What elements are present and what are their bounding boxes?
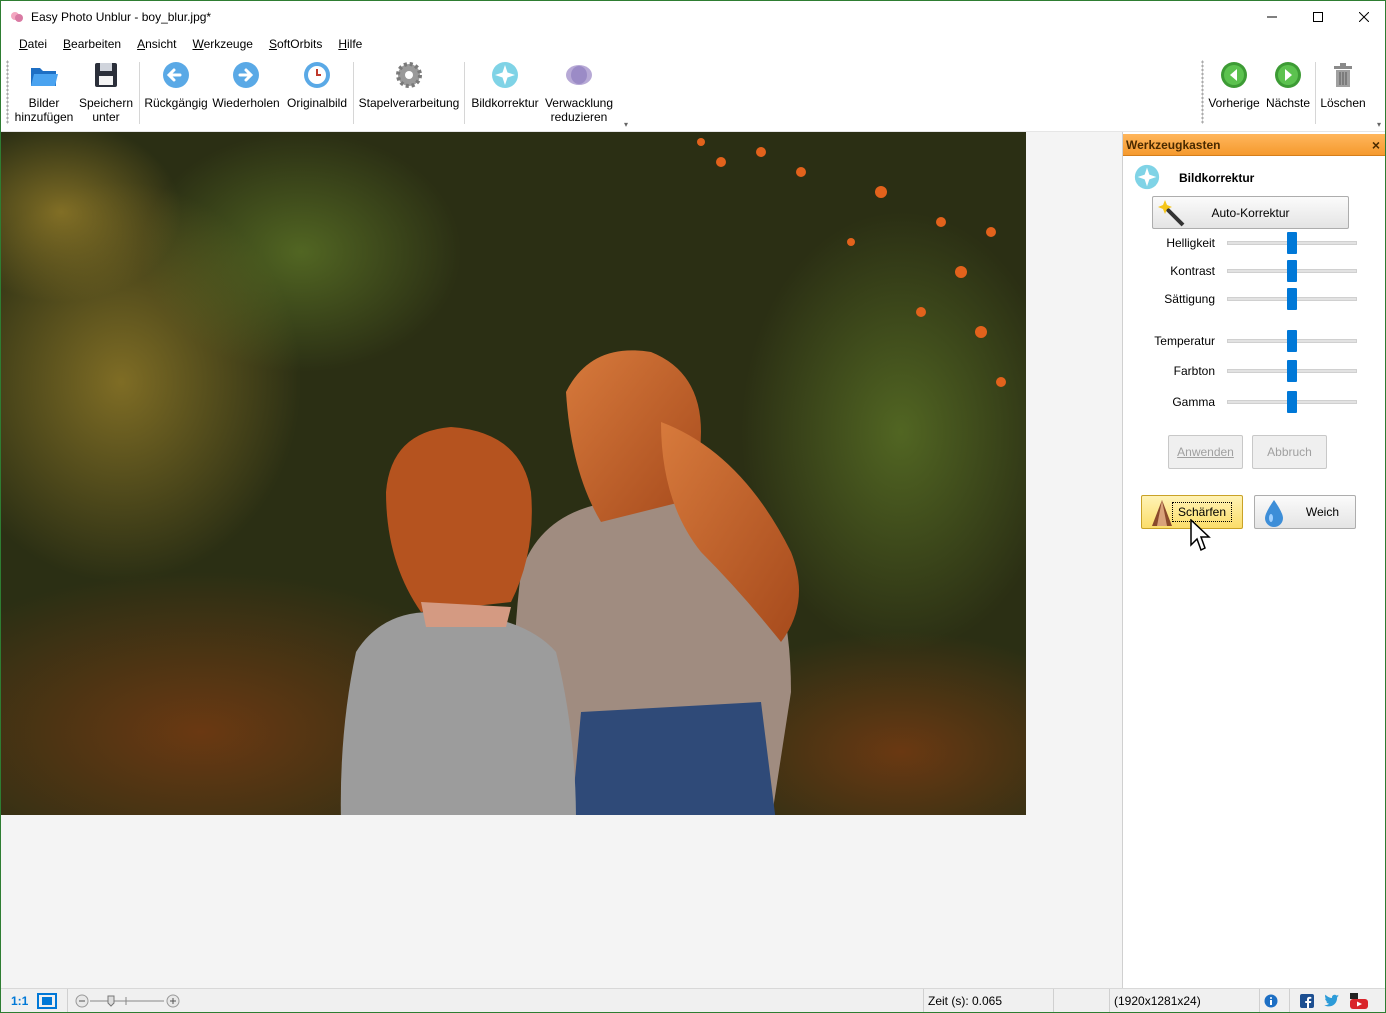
maximize-button[interactable] [1295,1,1341,32]
twitter-icon[interactable] [1324,994,1340,1008]
window-title: Easy Photo Unblur - boy_blur.jpg* [31,9,212,24]
sparkle-icon [1134,164,1160,190]
facebook-icon[interactable] [1300,994,1314,1008]
menu-bearbeiten[interactable]: Bearbeiten [63,37,121,51]
trash-icon [1334,63,1352,87]
redo-button[interactable]: Wiederholen [211,60,281,128]
blur-sphere-icon [566,65,592,85]
auto-correction-button[interactable]: Auto-Korrektur [1152,196,1349,229]
slider-thumb[interactable] [1287,260,1297,282]
toolbar-grip[interactable] [1201,60,1204,124]
clock-icon [304,62,330,88]
image-dimensions: (1920x1281x24) [1109,989,1259,1012]
toolbox-close-icon[interactable]: × [1372,137,1380,153]
zoom-ratio-button[interactable]: 1:1 [7,989,28,1012]
minimize-icon [1267,16,1277,17]
slider-thumb[interactable] [1287,330,1297,352]
previous-button[interactable]: Vorherige [1206,60,1262,128]
arrow-right-icon [233,62,259,88]
toolbar-separator [464,62,465,124]
photo-preview[interactable] [1,132,1026,815]
image-canvas[interactable] [1,132,1122,988]
mouse-cursor-icon [1190,519,1211,552]
apply-button[interactable]: Anwenden [1168,435,1243,469]
original-image-button[interactable]: Originalbild [283,60,351,128]
toolbar: Bilder hinzufügen Speichern unter Rückgä… [1,56,1385,132]
toolbox-header: Werkzeugkasten × [1123,134,1385,156]
menu-hilfe[interactable]: Hilfe [338,37,362,51]
slider-thumb[interactable] [1287,360,1297,382]
close-button[interactable] [1341,1,1385,32]
menu-werkzeuge[interactable]: Werkzeuge [192,37,252,51]
slider-thumb[interactable] [1287,391,1297,413]
toolbar-overflow-icon[interactable]: ▾ [1377,120,1381,129]
toolbox-title: Werkzeugkasten [1126,137,1221,152]
youtube-icon[interactable] [1350,993,1368,1009]
status-info-cell [1259,989,1289,1012]
zoom-slider[interactable] [67,989,182,1012]
social-links [1289,989,1385,1012]
slider-thumb[interactable] [1287,232,1297,254]
slider-label: Kontrast [1170,264,1215,278]
photo-illustration [1,132,1026,815]
delete-button[interactable]: Löschen [1317,60,1369,128]
fit-window-icon[interactable] [37,993,57,1009]
save-as-button[interactable]: Speichern unter [77,60,135,128]
add-images-button[interactable]: Bilder hinzufügen [13,60,75,128]
slider-thumb[interactable] [1287,288,1297,310]
next-button[interactable]: Nächste [1263,60,1313,128]
slider-label: Farbton [1173,364,1215,378]
info-icon[interactable] [1264,994,1278,1008]
toolbar-separator [353,62,354,124]
water-drop-icon [1265,500,1283,527]
toolbar-separator [1315,62,1316,124]
menu-softorbits[interactable]: SoftOrbits [269,37,322,51]
menu-bar: Datei Bearbeiten Ansicht Werkzeuge SoftO… [1,32,1385,56]
menu-ansicht[interactable]: Ansicht [137,37,176,51]
previous-icon [1221,62,1247,88]
next-icon [1275,62,1301,88]
status-empty-cell [1053,989,1109,1012]
slider-label: Helligkeit [1166,236,1215,250]
slider-label: Gamma [1172,395,1215,409]
arrow-left-icon [163,62,189,88]
section-title: Bildkorrektur [1179,171,1255,185]
toolbar-separator [139,62,140,124]
title-bar: Easy Photo Unblur - boy_blur.jpg* [1,1,1385,32]
app-window: Easy Photo Unblur - boy_blur.jpg* Datei … [0,0,1386,1013]
sharpen-icon [1152,500,1172,526]
slider-label: Temperatur [1154,334,1215,348]
undo-button[interactable]: Rückgängig [143,60,209,128]
cancel-button[interactable]: Abbruch [1252,435,1327,469]
minimize-button[interactable] [1249,1,1295,32]
status-bar: 1:1 Zeit (s): 0.065 (1920x1281x24) [1,988,1385,1012]
processing-time: Zeit (s): 0.065 [923,989,1051,1012]
maximize-icon [1313,11,1323,22]
magic-wand-icon [1158,200,1185,227]
slider-label: Sättigung [1164,292,1215,306]
gear-icon [396,62,422,88]
menu-datei[interactable]: Datei [19,37,47,51]
image-correction-button[interactable]: Bildkorrektur [468,60,542,128]
reduce-shake-button[interactable]: Verwacklung reduzieren [543,60,615,128]
toolbar-grip[interactable] [6,60,9,124]
app-icon [11,11,23,22]
zoom-slider-graphic [75,994,180,1008]
close-icon [1359,11,1369,22]
toolbar-overflow-icon[interactable]: ▾ [624,120,628,129]
folder-open-icon [31,68,58,86]
sparkle-icon [492,62,518,88]
batch-processing-button[interactable]: Stapelverarbeitung [357,60,461,128]
toolbox-panel: Werkzeugkasten × Bildkorrektur Auto-Korr… [1122,132,1385,988]
floppy-disk-icon [95,63,117,87]
soft-button[interactable]: Weich [1254,495,1356,529]
